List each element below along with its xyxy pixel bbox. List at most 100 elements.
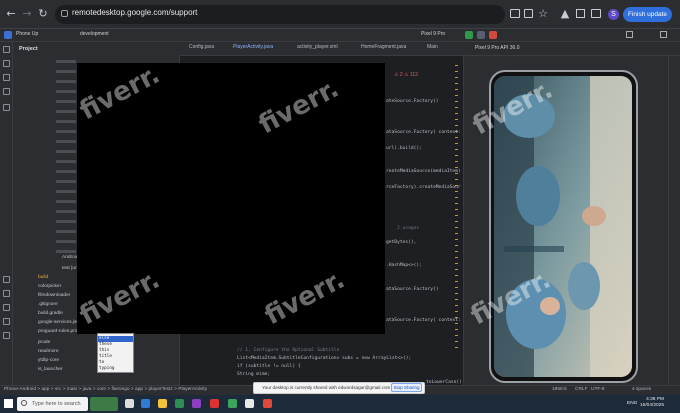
tree-item[interactable]: .gitignore — [38, 302, 58, 307]
window-close-icon[interactable] — [660, 31, 667, 38]
ide-menu-icon[interactable] — [4, 31, 12, 39]
windows-start-icon[interactable] — [4, 399, 13, 408]
tab-home-fragment[interactable]: HomeFragment.java — [361, 44, 406, 50]
bookmark-star-icon[interactable]: ☆ — [537, 8, 549, 20]
cast-icon[interactable] — [510, 9, 520, 18]
tree-item[interactable]: readmore — [38, 349, 59, 354]
device-selector[interactable]: Pixel 9 Pro — [421, 31, 445, 37]
site-info-icon[interactable] — [61, 10, 68, 17]
project-panel-title[interactable]: Project — [19, 46, 38, 52]
tree-row-placeholder[interactable] — [56, 140, 76, 143]
autocomplete-item[interactable]: this — [99, 348, 109, 353]
acrobat-icon[interactable] — [210, 399, 219, 408]
tree-row-placeholder[interactable] — [56, 250, 76, 253]
autocomplete-item[interactable]: these — [99, 342, 112, 347]
tree-item[interactable]: is_launcher — [38, 367, 63, 372]
forward-icon[interactable]: → — [21, 8, 33, 20]
tree-row-placeholder[interactable] — [56, 90, 76, 93]
autocomplete-item[interactable]: to — [99, 360, 104, 365]
settings-gear-icon[interactable] — [626, 31, 633, 38]
autocomplete-item[interactable]: else — [99, 336, 109, 341]
tree-row-placeholder[interactable] — [56, 80, 76, 83]
tree-item[interactable]: build.gradle — [38, 311, 63, 316]
tree-row-placeholder[interactable] — [56, 150, 76, 153]
file-explorer-icon[interactable] — [158, 399, 167, 408]
tree-item[interactable]: colorpicker — [38, 284, 61, 289]
line-ending[interactable]: CRLF — [575, 387, 588, 392]
tree-item[interactable]: google-services.json — [38, 320, 82, 325]
pull-request-icon[interactable] — [3, 88, 10, 95]
branch-selector[interactable]: development — [80, 31, 109, 37]
structure-tool-icon[interactable] — [3, 74, 10, 81]
stop-sharing-button[interactable]: Stop Sharing — [391, 383, 422, 392]
more-tools-icon[interactable] — [3, 104, 10, 111]
tab-activity-player-xml[interactable]: activity_player.xml — [297, 44, 338, 50]
language-indicator[interactable]: ENG — [627, 401, 637, 406]
tree-row-placeholder[interactable] — [56, 130, 76, 133]
device-tool-strip — [668, 56, 680, 385]
weather-widget-icon[interactable] — [90, 397, 118, 411]
tree-item[interactable]: proguard-rules.pro — [38, 329, 77, 334]
back-icon[interactable]: ← — [5, 8, 17, 20]
split-view-icon[interactable] — [576, 9, 585, 18]
code-comment: // 1. Configure the Optional Subtitle — [237, 348, 340, 353]
taskbar-clock[interactable]: 4:38 PM 15/04/2025 — [640, 397, 664, 409]
android-studio-icon[interactable] — [228, 399, 237, 408]
tree-item[interactable]: build — [38, 275, 48, 280]
code-line: List<MediaItem.SubtitleConfiguration> su… — [237, 356, 412, 361]
usages-hint: 2 usages — [397, 226, 420, 231]
clock-date: 15/04/2025 — [640, 403, 665, 408]
debug-icon[interactable] — [477, 31, 485, 39]
tree-row-placeholder[interactable] — [56, 160, 76, 163]
app-icon[interactable] — [192, 399, 201, 408]
tree-row-placeholder[interactable] — [56, 240, 76, 243]
git-icon[interactable] — [3, 332, 10, 339]
stop-icon[interactable] — [489, 31, 497, 39]
file-encoding[interactable]: UTF-8 — [591, 387, 605, 392]
tree-row-placeholder[interactable] — [56, 120, 76, 123]
error-indicator-icon[interactable]: ⚠ 2 ⚠ 112 — [394, 72, 418, 78]
autocomplete-item[interactable]: title — [99, 354, 112, 359]
tree-row-placeholder[interactable] — [56, 210, 76, 213]
tree-row-placeholder[interactable] — [56, 180, 76, 183]
breadcrumb[interactable]: Phone-Android > app > src > main > java … — [4, 387, 207, 392]
run-icon[interactable] — [465, 31, 473, 39]
commit-tool-icon[interactable] — [3, 60, 10, 67]
tree-row-placeholder[interactable] — [56, 110, 76, 113]
tree-row-placeholder[interactable] — [56, 70, 76, 73]
problems-icon[interactable] — [3, 304, 10, 311]
logcat-icon[interactable] — [3, 290, 10, 297]
tab-player-activity[interactable]: PlayerActivity.java — [233, 44, 273, 50]
finish-update-button[interactable]: Finish update — [623, 7, 672, 22]
downloads-icon[interactable] — [591, 9, 601, 18]
tab-main[interactable]: Main — [427, 44, 438, 50]
run-tool-icon[interactable] — [3, 276, 10, 283]
tree-item[interactable]: filmdownloader — [38, 293, 70, 298]
extensions-icon[interactable]: ▲ — [559, 8, 571, 20]
task-view-icon[interactable] — [125, 399, 134, 408]
chrome-icon[interactable] — [175, 399, 184, 408]
indent-setting[interactable]: 4 spaces — [632, 387, 651, 392]
tree-item[interactable]: jscale — [38, 340, 50, 345]
tree-row-placeholder[interactable] — [56, 170, 76, 173]
tree-row-placeholder[interactable] — [56, 190, 76, 193]
tree-row-placeholder[interactable] — [56, 220, 76, 223]
edge-icon[interactable] — [141, 399, 150, 408]
remote-desktop-icon[interactable] — [263, 399, 272, 408]
tree-row-placeholder[interactable] — [56, 230, 76, 233]
profile-avatar[interactable]: S — [608, 9, 619, 20]
tree-row-placeholder[interactable] — [56, 60, 76, 63]
tree-row-placeholder[interactable] — [56, 200, 76, 203]
project-tool-icon[interactable] — [3, 46, 10, 53]
reload-icon[interactable]: ↻ — [37, 8, 49, 20]
cursor-position[interactable]: 1858:5 — [552, 387, 567, 392]
terminal-icon[interactable] — [3, 318, 10, 325]
tree-item[interactable]: ytdlp-core — [38, 358, 59, 363]
notepad-icon[interactable] — [245, 399, 254, 408]
project-name[interactable]: Phone Up — [16, 31, 38, 37]
tab-config[interactable]: Config.java — [189, 44, 214, 50]
autocomplete-item[interactable]: typing — [99, 366, 115, 371]
tree-row-placeholder[interactable] — [56, 100, 76, 103]
install-app-icon[interactable] — [524, 9, 533, 18]
device-tab-title[interactable]: Pixel 9 Pro API 36.0 — [475, 45, 519, 51]
